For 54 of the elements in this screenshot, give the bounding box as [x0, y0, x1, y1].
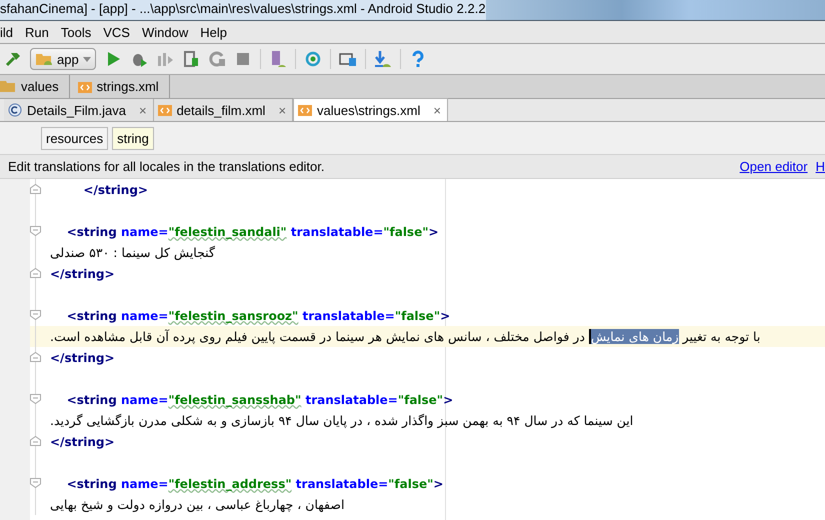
- folder-icon: [0, 80, 16, 93]
- hammer-icon[interactable]: [4, 50, 22, 68]
- menu-item[interactable]: Tools: [60, 24, 92, 40]
- xml-file-icon: [298, 103, 312, 117]
- sync-icon[interactable]: [304, 50, 322, 68]
- window-title: sfahanCinema] - [app] - ...\app\src\main\res\values\strings.xml - Android Studio 2.2.2: [0, 0, 486, 20]
- bars-icon[interactable]: [156, 50, 174, 68]
- banner-link[interactable]: H: [816, 159, 825, 174]
- breadcrumb-item[interactable]: values: [0, 75, 70, 98]
- fold-marker-icon[interactable]: [30, 352, 41, 362]
- fold-marker-icon[interactable]: [30, 184, 41, 194]
- run-configuration-dropdown[interactable]: app: [30, 48, 96, 70]
- menu-item[interactable]: VCS: [103, 24, 130, 40]
- menu-item[interactable]: Window: [142, 24, 188, 40]
- xml-path-item[interactable]: resources: [41, 126, 108, 150]
- string-value-text: گنجایش کل سینما : ۵۳۰ صندلی: [50, 245, 215, 260]
- fold-marker-icon[interactable]: [30, 478, 41, 488]
- code-line: </string>: [50, 266, 115, 280]
- code-line: <string name="felestin_address" translatable="false">: [66, 476, 444, 490]
- code-line: </string>: [50, 350, 115, 364]
- banner-link[interactable]: Open editor: [740, 159, 808, 174]
- editor-tab[interactable]: details_film.xml ×: [154, 99, 294, 121]
- editor-tab[interactable]: values\strings.xml ×: [293, 98, 448, 121]
- code-line: <string name="felestin_sansshab" translatable="false">: [66, 392, 454, 406]
- menu-item[interactable]: Help: [200, 24, 227, 40]
- close-icon[interactable]: ×: [278, 102, 286, 118]
- notification-text: Edit translations for all locales in the translations editor.: [8, 159, 326, 174]
- string-value-text: با توجه به تغییر زمان های نمایش در فواصل مختلف ، سانس های نمایش هر سینما در قسمت پایین فیلم روی پرده آن قابل مشاهده است.: [50, 329, 760, 344]
- xml-file-icon: [78, 80, 92, 94]
- editor-tab[interactable]: Details_Film.java ×: [4, 99, 154, 121]
- fold-marker-icon[interactable]: [30, 394, 41, 404]
- fold-marker-icon[interactable]: [30, 310, 41, 320]
- string-value-text: این سینما که در سال ۹۴ به بهمن سبز واگذار شده ، در پایان سال ۹۴ بازسازی و به شکلی مدرن بازگشایی گردید.: [50, 413, 634, 428]
- xml-path-item[interactable]: string: [112, 126, 154, 150]
- close-icon[interactable]: ×: [138, 102, 147, 118]
- breadcrumb-item[interactable]: strings.xml: [70, 75, 170, 98]
- class-icon: [8, 103, 22, 117]
- string-value-text: اصفهان ، چهارباغ عباسی ، بین دروازه دولت و شیخ بهایی: [50, 497, 344, 512]
- download-icon[interactable]: [374, 50, 392, 68]
- menu-item[interactable]: ild: [0, 24, 14, 40]
- close-icon[interactable]: ×: [433, 102, 441, 118]
- fold-marker-icon[interactable]: [30, 268, 41, 278]
- code-line: <string name="felestin_sansrooz" translatable="false">: [66, 308, 450, 322]
- fold-marker-icon[interactable]: [30, 436, 41, 446]
- fold-marker-icon[interactable]: [30, 226, 41, 236]
- menu-item[interactable]: Run: [25, 24, 49, 40]
- rerun-icon[interactable]: [208, 50, 226, 68]
- code-line: <string name="felestin_sandali" translatable="false">: [66, 224, 439, 238]
- xml-file-icon: [158, 103, 172, 117]
- caret-icon: [82, 56, 91, 62]
- code-line: </string>: [50, 434, 115, 448]
- folder-icon: [35, 52, 53, 66]
- code-line: </string>: [82, 182, 148, 196]
- device-icon[interactable]: [182, 50, 200, 68]
